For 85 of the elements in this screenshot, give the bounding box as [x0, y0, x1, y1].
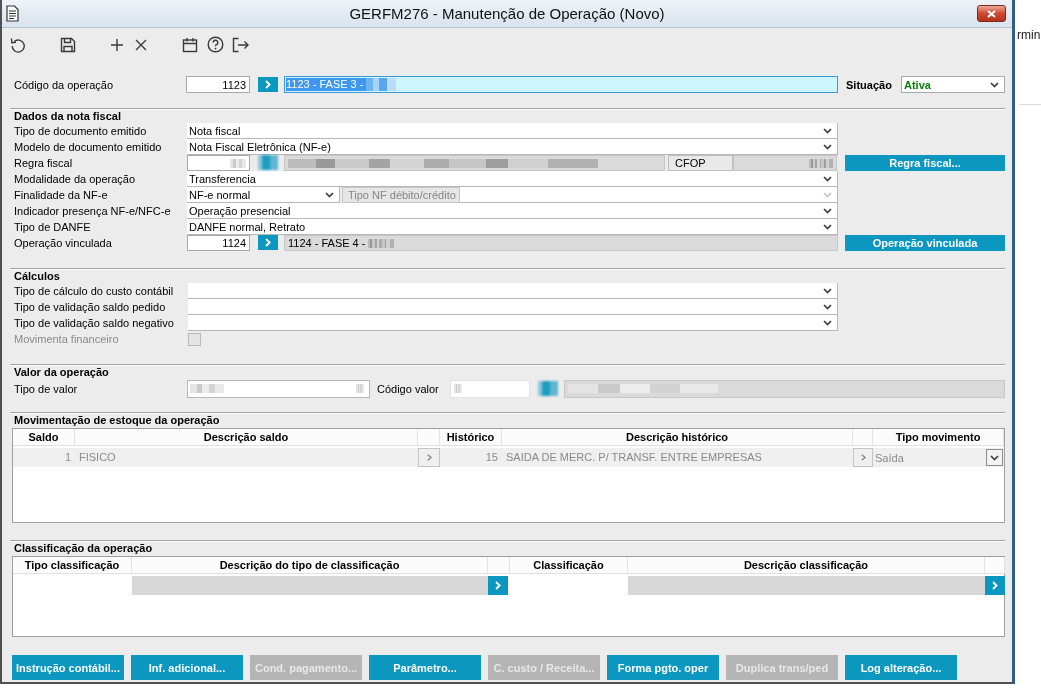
action-button[interactable]: Log alteração...: [845, 655, 957, 680]
cross-icon[interactable]: [135, 38, 147, 51]
select-field[interactable]: Operação presencial: [187, 203, 838, 219]
action-button[interactable]: Operação vinculada: [845, 235, 1005, 251]
field-label: Código da operação: [13, 77, 114, 93]
table-cell-text: SAIDA DE MERC. P/ TRANSF. ENTRE EMPRESAS: [505, 450, 763, 465]
column-header: Classificação: [510, 557, 628, 574]
select-field[interactable]: DANFE normal, Retrato: [187, 219, 838, 235]
column-header: Tipo movimento: [873, 429, 1004, 446]
field-label: Tipo de DANFE: [13, 220, 91, 235]
column-header: Descrição do tipo de classificação: [132, 557, 488, 574]
window-text: rmin: [1016, 27, 1041, 43]
undo-icon[interactable]: [10, 36, 26, 53]
field-label: Tipo de validação saldo pedido: [13, 300, 166, 315]
field-label: Modelo de documento emitido: [13, 140, 162, 155]
action-button[interactable]: Inf. adicional...: [131, 655, 243, 680]
window-title: GERFM276 - Manutenção de Operação (Novo): [349, 5, 665, 22]
table-cell-text: FISICO: [78, 450, 117, 465]
code-field[interactable]: [187, 155, 250, 171]
select-field[interactable]: Nota fiscal: [187, 123, 838, 139]
table-cell-text: 15: [484, 450, 499, 465]
chevron-right-icon: [495, 581, 501, 590]
select-field[interactable]: Ativa: [901, 76, 1005, 93]
help-icon[interactable]: [207, 36, 224, 53]
plus-icon[interactable]: [110, 37, 124, 52]
field-label: Código valor: [377, 381, 439, 397]
calendar-icon[interactable]: [182, 36, 198, 53]
description-field: 1124 - FASE 4 -: [284, 235, 838, 251]
field-label: Tipo de valor: [13, 381, 78, 397]
field-label: Tipo de cálculo do custo contábil: [13, 284, 174, 299]
lookup-button[interactable]: [258, 77, 278, 92]
save-icon[interactable]: [60, 36, 76, 53]
section-title: Cálculos: [13, 270, 60, 283]
column-header: Tipo classificação: [13, 557, 132, 574]
select-field[interactable]: [187, 379, 370, 398]
blurred-button[interactable]: [258, 155, 278, 170]
close-icon: [987, 9, 996, 18]
column-header: Descrição saldo: [75, 429, 418, 446]
chevron-right-icon: [992, 581, 998, 590]
section-title: Dados da nota fiscal: [13, 110, 121, 123]
section-title: Valor da operação: [13, 366, 109, 379]
select-field[interactable]: Nota Fiscal Eletrônica (NF-e): [187, 139, 838, 155]
field-label: Situação: [846, 78, 893, 91]
action-button[interactable]: Instrução contábil...: [12, 655, 124, 680]
field-label: Indicador presença NF-e/NFC-e: [13, 204, 171, 219]
select-field[interactable]: [188, 315, 838, 331]
select-field[interactable]: [188, 283, 838, 299]
field-label: Movimenta financeiro: [13, 332, 119, 347]
section-title: Classificação da operação: [13, 542, 153, 555]
action-button[interactable]: Regra fiscal...: [845, 155, 1005, 171]
action-button[interactable]: Forma pgto. oper: [607, 655, 719, 680]
chevron-down-icon: [325, 191, 334, 198]
chevron-down-icon: [990, 81, 999, 88]
column-header: Descrição classificação: [628, 557, 985, 574]
column-header: Descrição histórico: [502, 429, 853, 446]
field-label: Regra fiscal: [13, 156, 73, 171]
section-title: Movimentação de estoque da operação: [13, 414, 220, 427]
field-label: CFOP: [668, 155, 733, 171]
close-button[interactable]: [977, 5, 1006, 22]
lookup-button[interactable]: [488, 576, 508, 595]
blurred-button[interactable]: [538, 381, 558, 396]
field-label: Operação vinculada: [13, 236, 112, 251]
description-field[interactable]: 1123 - FASE 3 -: [284, 76, 838, 93]
column-header: Saldo: [13, 429, 75, 446]
chevron-down-icon: [990, 454, 999, 461]
table-cell-text: 1: [63, 450, 72, 465]
lookup-button[interactable]: [258, 235, 278, 250]
select-field[interactable]: Transferencia: [187, 171, 838, 187]
field-label: Tipo de validação saldo negativo: [13, 316, 174, 331]
select-field[interactable]: [188, 299, 838, 315]
chevron-right-icon: [265, 238, 271, 247]
field-label: Modalidade da operação: [13, 172, 136, 187]
code-field[interactable]: 1123: [186, 76, 250, 93]
field-label: Tipo de documento emitido: [13, 124, 147, 139]
chevron-right-icon: [265, 80, 271, 89]
exit-icon[interactable]: [232, 36, 249, 53]
field-label: Finalidade da NF-e: [13, 188, 108, 203]
column-header: Histórico: [440, 429, 502, 446]
action-button[interactable]: Parâmetro...: [369, 655, 481, 680]
code-field[interactable]: 1124: [187, 235, 250, 251]
lookup-button[interactable]: [985, 576, 1005, 595]
chevron-right-icon: [426, 454, 432, 461]
document-icon: [6, 5, 19, 22]
select-field[interactable]: NF-e normal: [187, 187, 340, 203]
chevron-right-icon: [860, 454, 866, 461]
